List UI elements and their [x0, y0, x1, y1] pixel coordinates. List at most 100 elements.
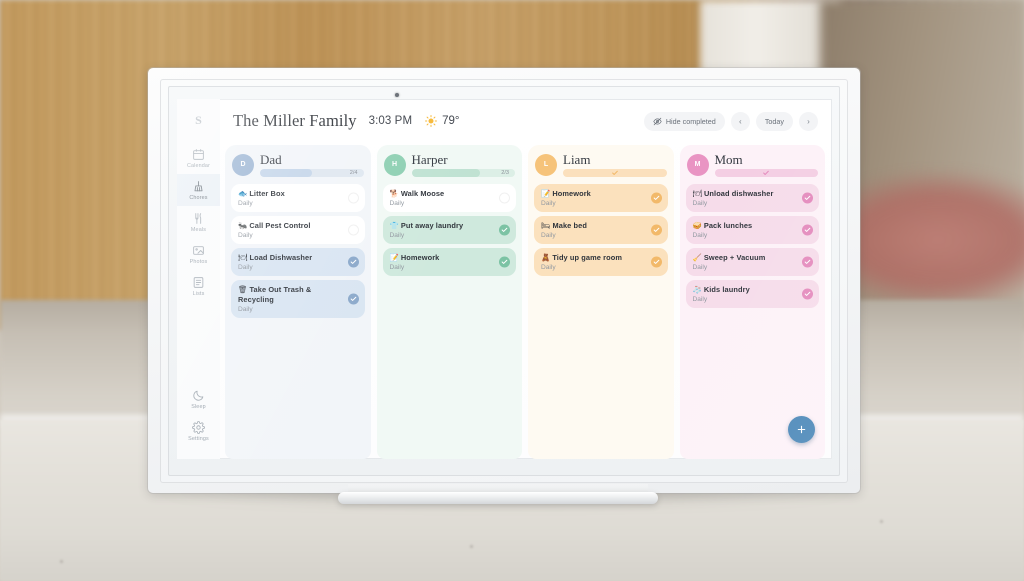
member-column: D Dad 2/4 🐟 Litter Box Daily 🐜 Call Pest Contro… [225, 145, 371, 459]
task-item[interactable]: 📝 Homework Daily [534, 183, 668, 212]
task-list: 📝 Homework Daily 🛏 Make bed Daily 🧸 Tidy up gam… [534, 183, 668, 280]
task-checkbox[interactable] [802, 224, 813, 236]
task-item[interactable]: 🍽 Load Dishwasher Daily [231, 247, 365, 276]
task-item[interactable]: 🧦 Kids laundry Daily [685, 279, 819, 308]
avatar[interactable]: D [232, 153, 254, 176]
member-column: L Liam 📝 Homework Daily 🛏 Make bed Daily 🧸 Tidy u… [528, 145, 674, 459]
hide-completed-button[interactable]: Hide completed [643, 111, 725, 131]
check-icon [501, 227, 508, 232]
task-body: 🥪 Pack lunches Daily [693, 221, 814, 239]
avatar[interactable]: M [686, 153, 709, 176]
task-title-text: Put away laundry [400, 220, 464, 230]
header: The Miller Family 3:03 PM 79° Hide compl… [220, 99, 832, 143]
camera-dot [395, 93, 399, 97]
progress-bar [714, 168, 818, 177]
task-item[interactable]: 🐕 Walk Moose Daily [382, 183, 516, 212]
table-speck [880, 520, 883, 523]
sidebar-item-settings[interactable]: Settings [177, 415, 220, 447]
task-body: 🍽 Unload dishwasher Daily [693, 189, 814, 207]
task-title-text: Take Out Trash & Recycling [238, 284, 312, 304]
task-checkbox[interactable] [802, 192, 813, 204]
member-header: D Dad 2/4 [231, 151, 365, 184]
task-checkbox[interactable] [650, 224, 662, 236]
task-checkbox[interactable] [650, 192, 662, 204]
task-title-text: Sweep + Vacuum [703, 252, 766, 262]
task-list: 🐟 Litter Box Daily 🐜 Call Pest Control Daily 🍽… [231, 183, 365, 322]
sidebar-item-label: Chores [189, 195, 208, 201]
task-title-text: Unload dishwasher [703, 188, 774, 198]
task-title: 🥪 Pack lunches [693, 221, 797, 231]
sidebar-nav: Calendar Chores Meals Photos Lists [177, 142, 220, 302]
today-button[interactable]: Today [755, 111, 793, 131]
chores-board: D Dad 2/4 🐟 Litter Box Daily 🐜 Call Pest Contro… [220, 143, 832, 459]
task-item[interactable]: 🥪 Pack lunches Daily [685, 215, 819, 244]
task-body: 🐜 Call Pest Control Daily [238, 221, 359, 239]
member-column: H Harper 2/3 🐕 Walk Moose Daily 👕 Put away laun… [376, 145, 522, 459]
task-item[interactable]: 🧸 Tidy up game room Daily [534, 247, 668, 276]
task-checkbox[interactable] [499, 256, 510, 268]
task-item[interactable]: 👕 Put away laundry Daily [382, 215, 516, 244]
task-item[interactable]: 🐜 Call Pest Control Daily [231, 215, 365, 244]
task-emoji: 🐕 [389, 188, 399, 198]
avatar[interactable]: L [535, 153, 557, 176]
member-header: M Mom [686, 151, 820, 184]
task-schedule: Daily [541, 263, 556, 271]
prev-day-button[interactable]: ‹ [730, 111, 750, 131]
sidebar-item-photos[interactable]: Photos [177, 238, 220, 270]
task-title: 📝 Homework [541, 189, 645, 199]
task-checkbox[interactable] [499, 192, 510, 204]
task-emoji: 🗑 [238, 284, 248, 294]
task-checkbox[interactable] [347, 224, 359, 236]
photo-icon [193, 246, 204, 255]
progress-bar: 2/3 [411, 168, 515, 177]
task-checkbox[interactable] [802, 256, 813, 268]
progress-complete-icon [611, 170, 618, 175]
task-title-text: Tidy up game room [552, 252, 623, 262]
task-item[interactable]: 📝 Homework Daily [382, 247, 516, 276]
task-item[interactable]: 🐟 Litter Box Daily [231, 183, 365, 212]
member-name: Mom [714, 152, 743, 167]
list-icon [193, 277, 204, 288]
check-icon [804, 259, 811, 264]
sidebar-item-chores[interactable]: Chores [177, 174, 220, 206]
avatar[interactable]: H [383, 153, 406, 176]
progress-label: 2/4 [349, 169, 358, 176]
red-rug [850, 170, 1024, 310]
task-checkbox[interactable] [347, 293, 359, 305]
task-schedule: Daily [541, 199, 556, 207]
sidebar-item-meals[interactable]: Meals [177, 206, 220, 238]
task-item[interactable]: 🗑 Take Out Trash & Recycling Daily [231, 279, 365, 318]
check-icon [350, 259, 356, 264]
task-item[interactable]: 🛏 Make bed Daily [534, 215, 668, 244]
sidebar-item-calendar[interactable]: Calendar [177, 142, 220, 174]
member-info: Dad 2/4 [260, 153, 364, 177]
task-checkbox[interactable] [347, 192, 359, 204]
task-item[interactable]: 🧹 Sweep + Vacuum Daily [685, 247, 819, 276]
task-emoji: 🛏 [541, 220, 551, 230]
task-checkbox[interactable] [802, 288, 813, 300]
task-title-text: Litter Box [249, 188, 285, 198]
device-stand-base [338, 492, 658, 504]
sidebar-item-lists[interactable]: Lists [177, 270, 220, 302]
task-schedule: Daily [238, 231, 253, 239]
task-schedule: Daily [389, 199, 405, 207]
sidebar-item-label: Calendar [186, 163, 211, 169]
sidebar-item-sleep[interactable]: Sleep [177, 383, 220, 415]
sidebar-item-label: Photos [189, 259, 208, 265]
task-item[interactable]: 🍽 Unload dishwasher Daily [685, 183, 819, 212]
next-day-button[interactable]: › [799, 111, 818, 131]
check-icon [804, 291, 811, 296]
task-body: 🐕 Walk Moose Daily [390, 189, 511, 207]
task-title: 📝 Homework [390, 253, 494, 263]
task-checkbox[interactable] [650, 256, 662, 268]
task-checkbox[interactable] [499, 224, 510, 236]
task-checkbox[interactable] [347, 256, 359, 268]
eye-slash-icon [653, 117, 662, 125]
task-emoji: 🐜 [238, 220, 248, 230]
task-emoji: 📝 [389, 252, 399, 262]
header-controls: Hide completed ‹ Today › [643, 111, 818, 131]
calendar-icon [193, 149, 204, 160]
add-chore-button[interactable] [788, 416, 815, 443]
task-emoji: 🥪 [692, 220, 702, 230]
member-header: L Liam [534, 151, 668, 184]
